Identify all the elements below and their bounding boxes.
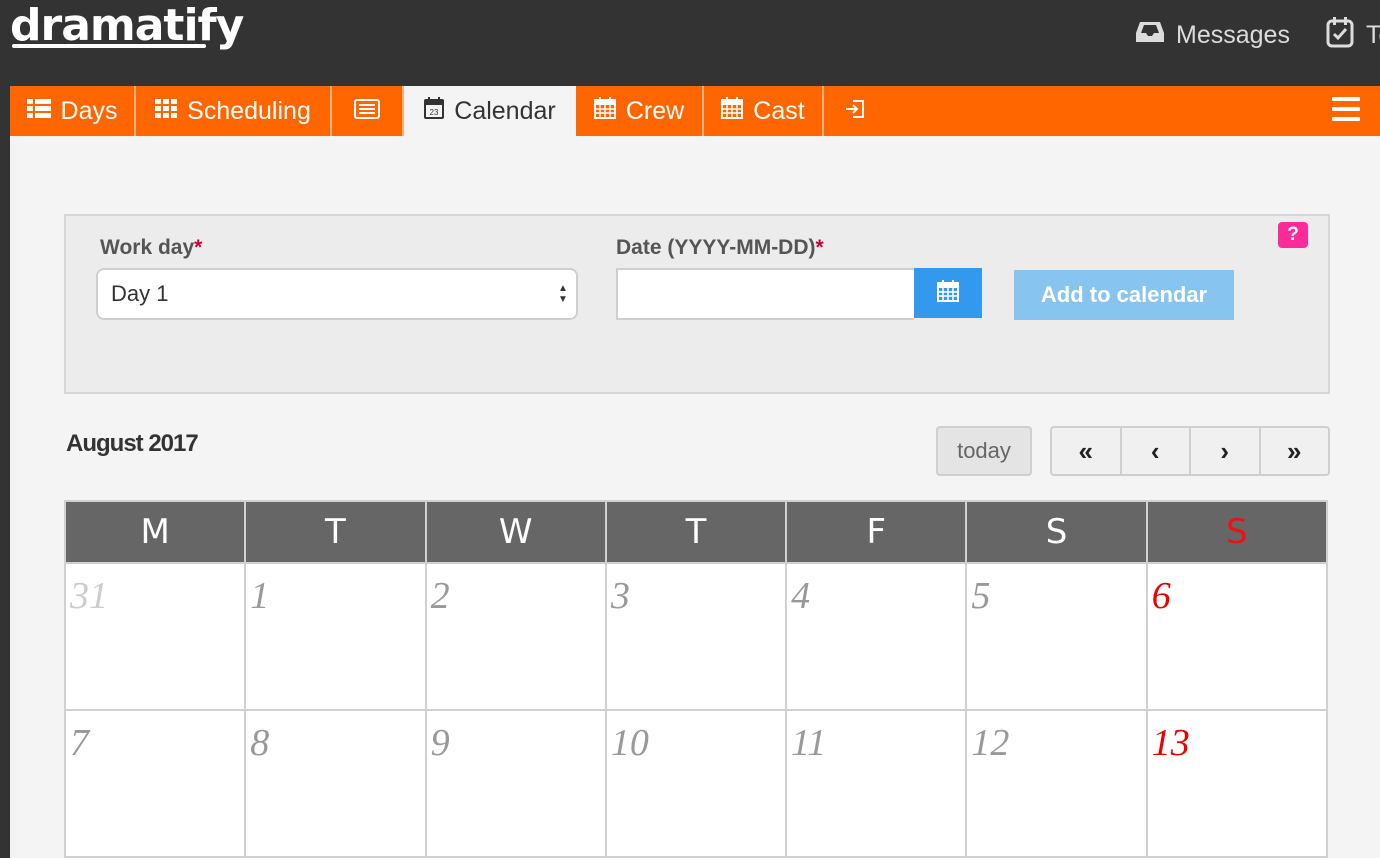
tab-crew-label: Crew xyxy=(625,96,685,125)
next-year-button[interactable]: » xyxy=(1261,428,1329,474)
weekday-header: M xyxy=(63,500,247,564)
menu-icon[interactable] xyxy=(1332,97,1360,123)
day-cell[interactable]: 31 xyxy=(63,562,247,711)
next-month-button[interactable]: › xyxy=(1191,428,1261,474)
day-cell[interactable]: 7 xyxy=(63,709,247,858)
add-workday-form: Work day* Day 1 ▲ ▼ Date (YYYY-MM-DD)* Ad… xyxy=(64,214,1330,394)
weekday-header-row: M T W T F S S xyxy=(63,500,1329,564)
sign-in-icon xyxy=(845,97,865,126)
calendar-icon: 23 xyxy=(424,96,445,126)
calendar-grid-icon xyxy=(593,96,616,126)
weekday-header-sunday: S xyxy=(1145,500,1329,564)
help-icon[interactable]: ? xyxy=(1278,222,1308,248)
date-input[interactable] xyxy=(616,268,914,320)
day-cell-sunday[interactable]: 13 xyxy=(1145,709,1329,858)
day-cell[interactable]: 8 xyxy=(244,709,427,858)
calendar-grid-icon xyxy=(721,96,744,126)
tab-calendar[interactable]: 23 Calendar xyxy=(404,86,576,136)
chevron-left-icon: ‹ xyxy=(1150,435,1160,466)
day-cell[interactable]: 12 xyxy=(965,709,1148,858)
inbox-icon xyxy=(1136,20,1164,51)
calendar-nav: « ‹ › » xyxy=(1050,426,1330,476)
day-cell-sunday[interactable]: 6 xyxy=(1145,562,1329,711)
day-cell[interactable]: 10 xyxy=(604,709,788,858)
weekday-header: T xyxy=(244,500,427,564)
prev-year-button[interactable]: « xyxy=(1052,428,1122,474)
required-mark: * xyxy=(815,236,824,259)
todo-link[interactable]: To xyxy=(1326,16,1380,50)
calendar-icon-day: 23 xyxy=(430,108,439,117)
day-cell[interactable]: 2 xyxy=(424,562,607,711)
day-cell[interactable]: 11 xyxy=(785,709,968,858)
list-icon xyxy=(26,97,51,126)
messages-link[interactable]: Messages xyxy=(1136,20,1290,50)
todo-label: To xyxy=(1366,20,1380,49)
month-title: August 2017 xyxy=(66,430,199,457)
main-content: Work day* Day 1 ▲ ▼ Date (YYYY-MM-DD)* Ad… xyxy=(10,136,1380,858)
tab-days-label: Days xyxy=(60,96,118,125)
required-mark: * xyxy=(194,236,203,259)
add-to-calendar-button[interactable]: Add to calendar xyxy=(1014,270,1234,320)
week-row: 7 8 9 10 11 12 13 xyxy=(63,709,1329,858)
messages-label: Messages xyxy=(1176,20,1290,49)
tab-cast-label: Cast xyxy=(753,96,805,125)
week-row: 31 1 2 3 4 5 6 xyxy=(63,562,1329,711)
top-bar: dramatify Messages To xyxy=(0,0,1380,86)
date-picker-button[interactable] xyxy=(914,268,982,318)
chevron-right-icon: › xyxy=(1220,435,1230,466)
workday-value: Day 1 xyxy=(111,281,169,306)
weekday-header: F xyxy=(785,500,968,564)
date-label: Date (YYYY-MM-DD)* xyxy=(616,236,824,259)
day-cell[interactable]: 9 xyxy=(424,709,607,858)
today-button[interactable]: today xyxy=(936,426,1032,476)
grid-icon xyxy=(155,97,178,126)
workday-label: Work day* xyxy=(100,236,203,259)
tab-cast[interactable]: Cast xyxy=(704,86,824,136)
tab-scheduling[interactable]: Scheduling xyxy=(136,86,332,136)
day-cell[interactable]: 3 xyxy=(604,562,788,711)
tab-scheduling-label: Scheduling xyxy=(187,96,311,125)
month-calendar: M T W T F S S 31 1 2 3 4 5 6 7 8 9 10 11… xyxy=(63,500,1329,858)
tab-days[interactable]: Days xyxy=(10,86,136,136)
select-arrows-icon: ▲ ▼ xyxy=(558,283,568,305)
calendar-icon xyxy=(937,279,959,307)
double-chevron-left-icon: « xyxy=(1078,435,1093,466)
logo-underline xyxy=(12,44,206,48)
tab-calendar-label: Calendar xyxy=(454,96,556,125)
tab-export[interactable] xyxy=(824,86,886,136)
day-cell[interactable]: 5 xyxy=(965,562,1148,711)
prev-month-button[interactable]: ‹ xyxy=(1122,428,1191,474)
workday-select[interactable]: Day 1 ▲ ▼ xyxy=(96,268,578,320)
day-cell[interactable]: 4 xyxy=(785,562,968,711)
tab-bar: Days Scheduling 23 Calendar Crew Cast xyxy=(10,86,1380,136)
app-logo[interactable]: dramatify xyxy=(10,2,244,50)
day-cell[interactable]: 1 xyxy=(244,562,427,711)
weekday-header: T xyxy=(604,500,788,564)
tab-callsheet[interactable] xyxy=(332,86,404,136)
weekday-header: S xyxy=(965,500,1148,564)
card-list-icon xyxy=(354,97,380,126)
calendar-check-icon xyxy=(1326,16,1354,55)
weekday-header: W xyxy=(424,500,607,564)
double-chevron-right-icon: » xyxy=(1287,435,1302,466)
tab-crew[interactable]: Crew xyxy=(576,86,704,136)
